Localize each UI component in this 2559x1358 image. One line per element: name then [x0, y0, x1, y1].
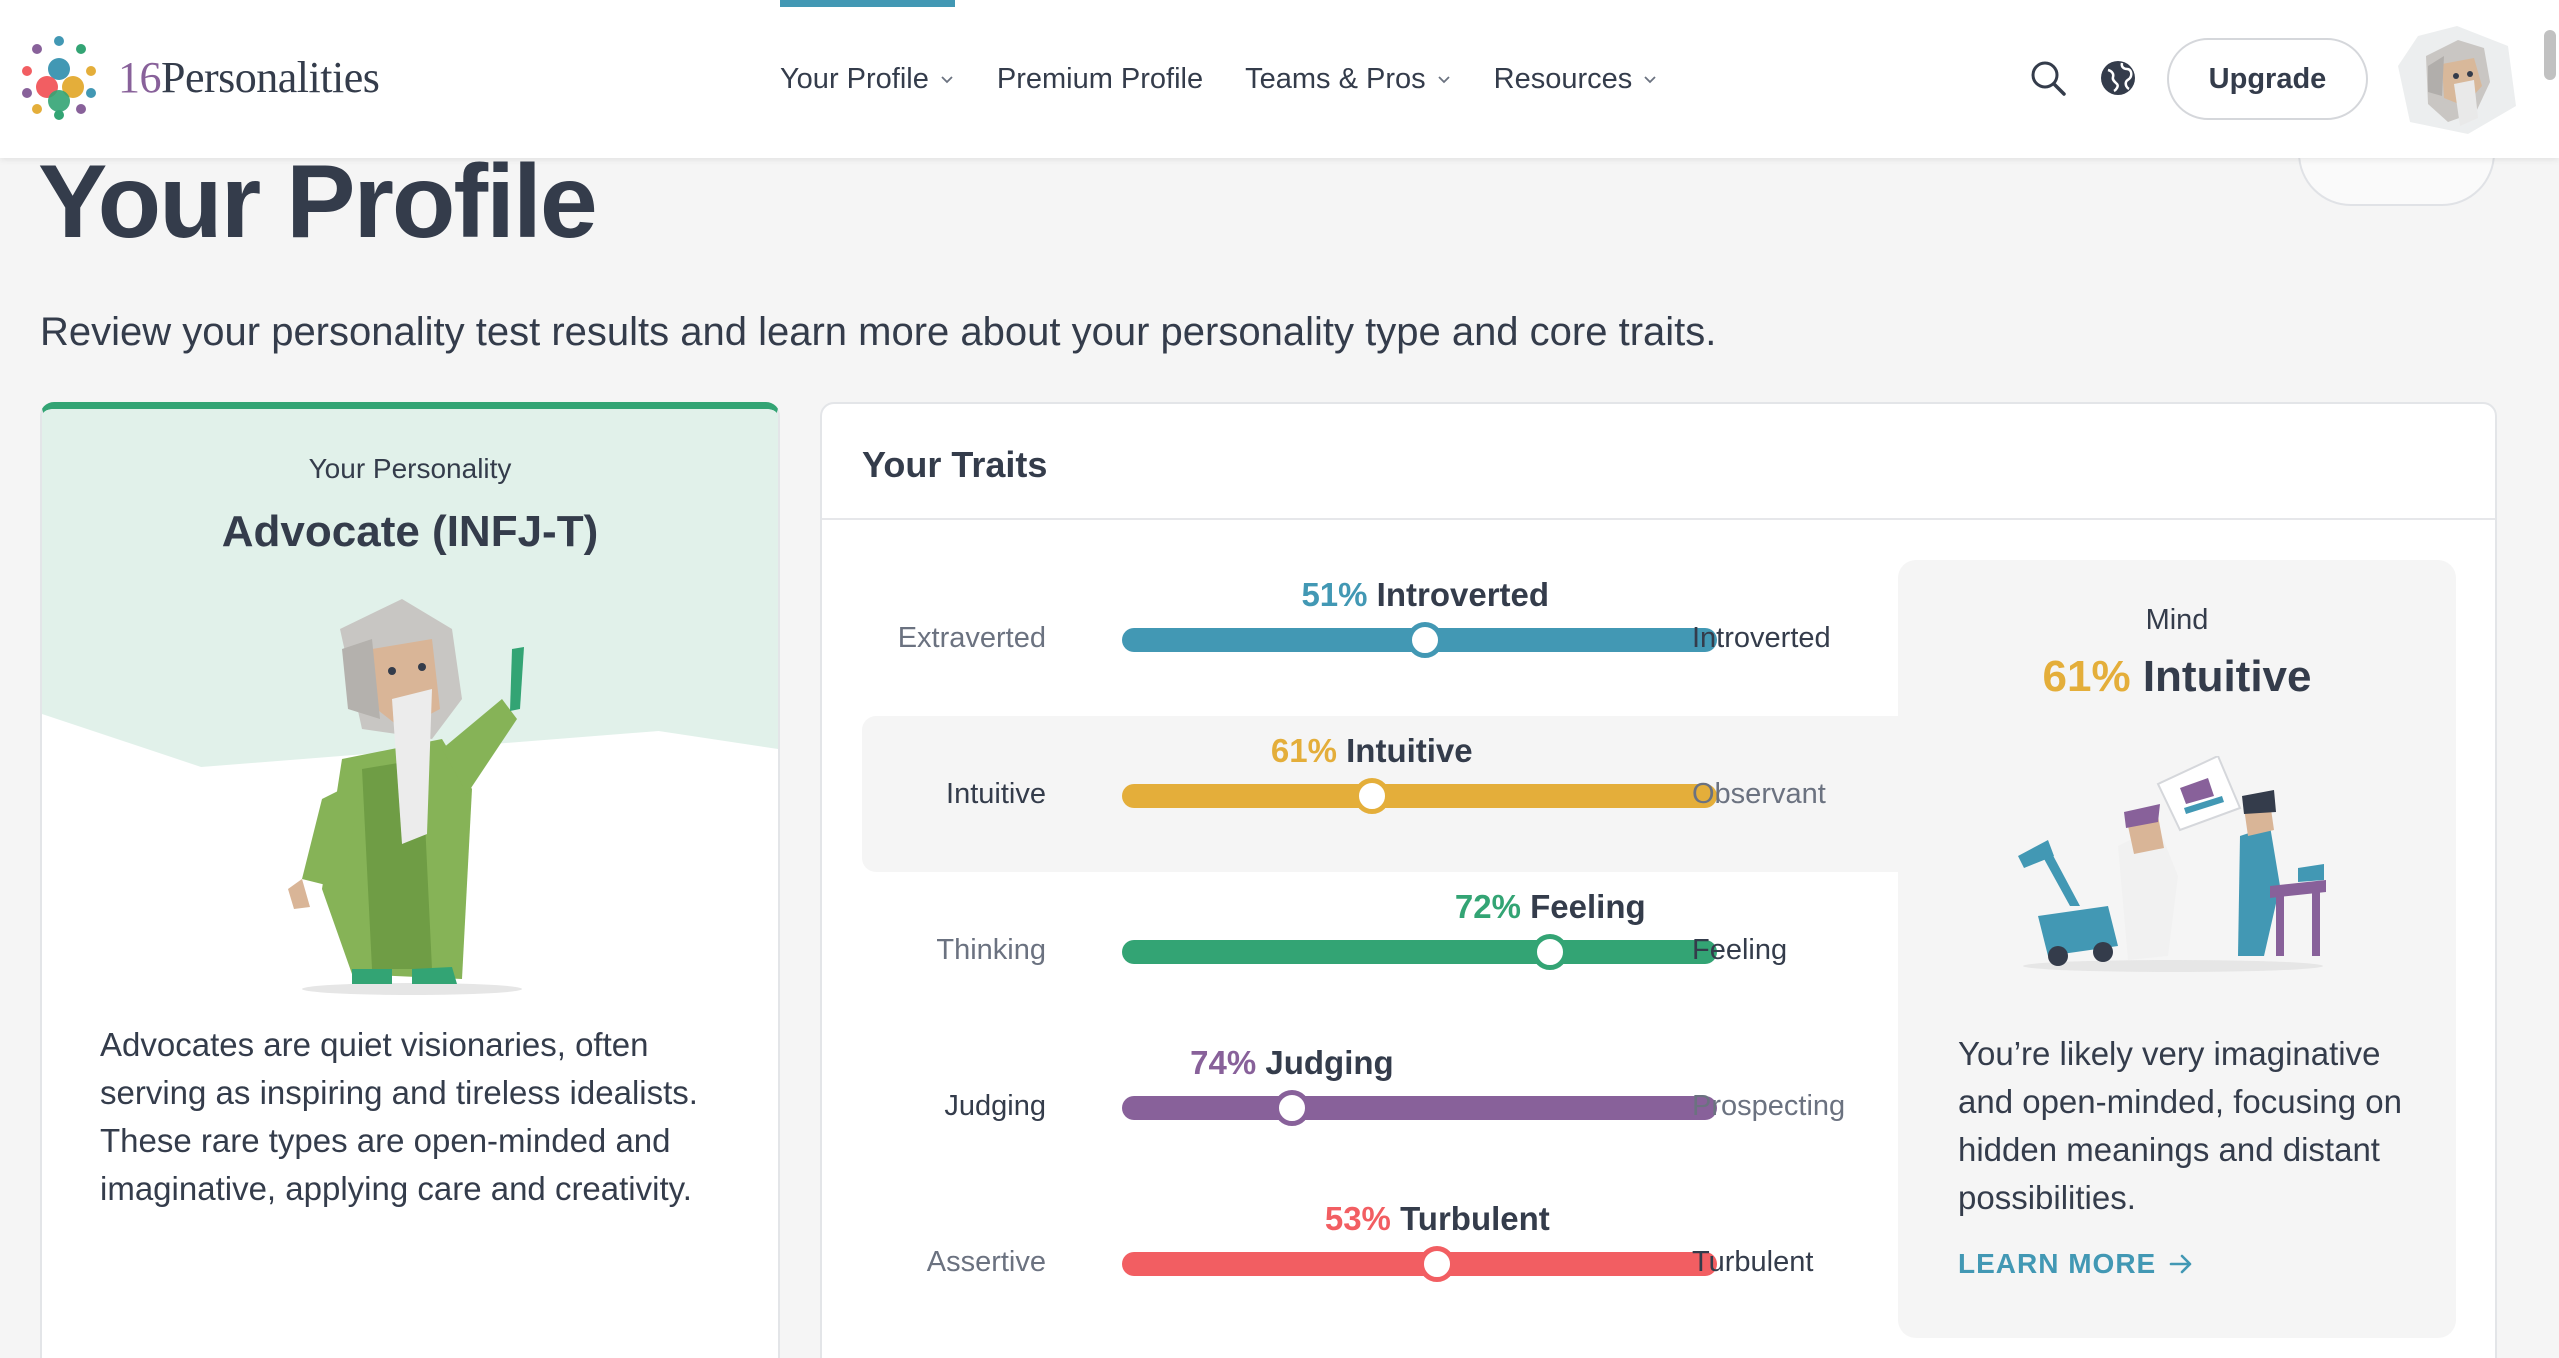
trait-heading: 74% Judging — [1190, 1044, 1394, 1082]
trait-right-pole: Introverted — [1692, 622, 1831, 654]
trait-knob — [1419, 1246, 1456, 1282]
trait-heading: 53% Turbulent — [1325, 1200, 1550, 1238]
advocate-character-illustration — [288, 599, 524, 995]
nav-teams-pros-label: Teams & Pros — [1245, 62, 1426, 95]
mind-percent: 61% — [2042, 652, 2131, 701]
trait-name: Turbulent — [1400, 1200, 1550, 1237]
nav-premium-profile[interactable]: Premium Profile — [997, 0, 1203, 158]
nav-resources[interactable]: Resources — [1494, 0, 1659, 158]
chevron-down-icon — [941, 76, 953, 84]
trait-percent: 51% — [1301, 576, 1368, 613]
page-subtitle: Review your personality test results and… — [40, 310, 1717, 354]
main-nav: Your Profile Premium Profile Teams & Pro… — [780, 0, 1658, 158]
trait-percent: 74% — [1190, 1044, 1257, 1081]
trait-right-pole: Turbulent — [1692, 1246, 1814, 1278]
avatar[interactable] — [2398, 26, 2516, 134]
trait-knob — [1274, 1090, 1311, 1126]
personality-label: Your Personality — [308, 453, 512, 484]
trait-percent: 53% — [1324, 1200, 1391, 1237]
trait-bar — [1122, 934, 1717, 970]
trait-row-judging[interactable]: 74% Judging Judging Prospecting — [862, 1028, 1882, 1184]
trait-name: Feeling — [1530, 888, 1646, 925]
globe-icon[interactable] — [2098, 58, 2138, 98]
traits-title: Your Traits — [862, 444, 1048, 485]
trait-heading: 61% Intuitive — [1271, 732, 1473, 770]
trait-bar — [1122, 778, 1717, 814]
scrollbar-thumb[interactable] — [2544, 30, 2556, 80]
trait-percent: 72% — [1454, 888, 1521, 925]
trait-bar — [1122, 1090, 1717, 1126]
personality-card: Your Personality Advocate (INFJ-T) Advoc… — [40, 402, 780, 1358]
trait-knob — [1407, 622, 1444, 658]
nav-premium-profile-label: Premium Profile — [996, 62, 1204, 95]
learn-more-link[interactable]: LEARN MORE — [1958, 1248, 2194, 1280]
trait-row-turbulent[interactable]: 53% Turbulent Assertive Turbulent — [862, 1184, 1882, 1340]
mind-label: Mind — [2145, 604, 2209, 636]
nav-resources-label: Resources — [1493, 62, 1633, 95]
trait-heading: 72% Feeling — [1455, 888, 1646, 926]
trait-percent: 61% — [1270, 732, 1337, 769]
trait-row-intuitive[interactable]: 61% Intuitive Intuitive Observant — [862, 716, 1882, 872]
trait-left-pole: Assertive — [926, 1246, 1046, 1278]
personality-type: Advocate (INFJ-T) — [221, 507, 599, 556]
arrow-right-icon — [2169, 1254, 2192, 1274]
trait-bar — [1122, 622, 1717, 658]
search-icon[interactable] — [2028, 58, 2068, 98]
mind-description: You’re likely very imaginative and open-… — [1958, 1035, 2402, 1216]
mind-heading: 61% Intuitive — [1898, 652, 2456, 702]
trait-knob — [1353, 778, 1390, 814]
upgrade-button[interactable]: Upgrade — [2167, 38, 2368, 120]
page-title: Your Profile — [38, 144, 598, 260]
trait-row-introverted[interactable]: 51% Introverted Extraverted Introverted — [862, 560, 1882, 716]
trait-knob — [1532, 934, 1569, 970]
mind-trait-name: Intuitive — [2142, 652, 2312, 701]
trait-left-pole: Judging — [944, 1090, 1046, 1122]
trait-right-pole: Observant — [1692, 778, 1826, 810]
trait-name: Introverted — [1376, 576, 1550, 613]
trait-left-pole: Extraverted — [897, 622, 1046, 654]
nav-your-profile[interactable]: Your Profile — [780, 0, 955, 158]
intuitive-illustration — [2018, 756, 2326, 972]
nav-teams-pros[interactable]: Teams & Pros — [1245, 0, 1452, 158]
logo-dots-icon — [18, 34, 104, 120]
site-header: 16Personalities Your Profile Premium Pro… — [0, 0, 2559, 158]
chevron-down-icon — [1438, 76, 1450, 84]
trait-left-pole: Thinking — [936, 934, 1046, 966]
trait-bar — [1122, 1246, 1717, 1282]
site-logo[interactable]: 16Personalities — [18, 34, 380, 120]
nav-your-profile-label: Your Profile — [780, 62, 929, 95]
trait-heading: 51% Introverted — [1301, 576, 1549, 614]
mind-panel: Mind 61% Intuitive You’re likely very im… — [1898, 560, 2456, 1338]
chevron-down-icon — [1644, 76, 1656, 84]
traits-divider — [822, 518, 2495, 520]
traits-card: Your Traits 51% Introverted Extraverted In… — [820, 402, 2497, 1358]
learn-more-label: LEARN MORE — [1958, 1248, 2157, 1279]
trait-right-pole: Feeling — [1692, 934, 1788, 966]
trait-name: Intuitive — [1346, 732, 1473, 769]
trait-name: Judging — [1265, 1044, 1394, 1081]
logo-wordmark: 16Personalities — [118, 52, 380, 102]
trait-right-pole: Prospecting — [1692, 1090, 1846, 1122]
personality-description: Advocates are quiet visionaries, often s… — [100, 1026, 698, 1207]
trait-row-feeling[interactable]: 72% Feeling Thinking Feeling — [862, 872, 1882, 1028]
trait-left-pole: Intuitive — [946, 778, 1046, 810]
